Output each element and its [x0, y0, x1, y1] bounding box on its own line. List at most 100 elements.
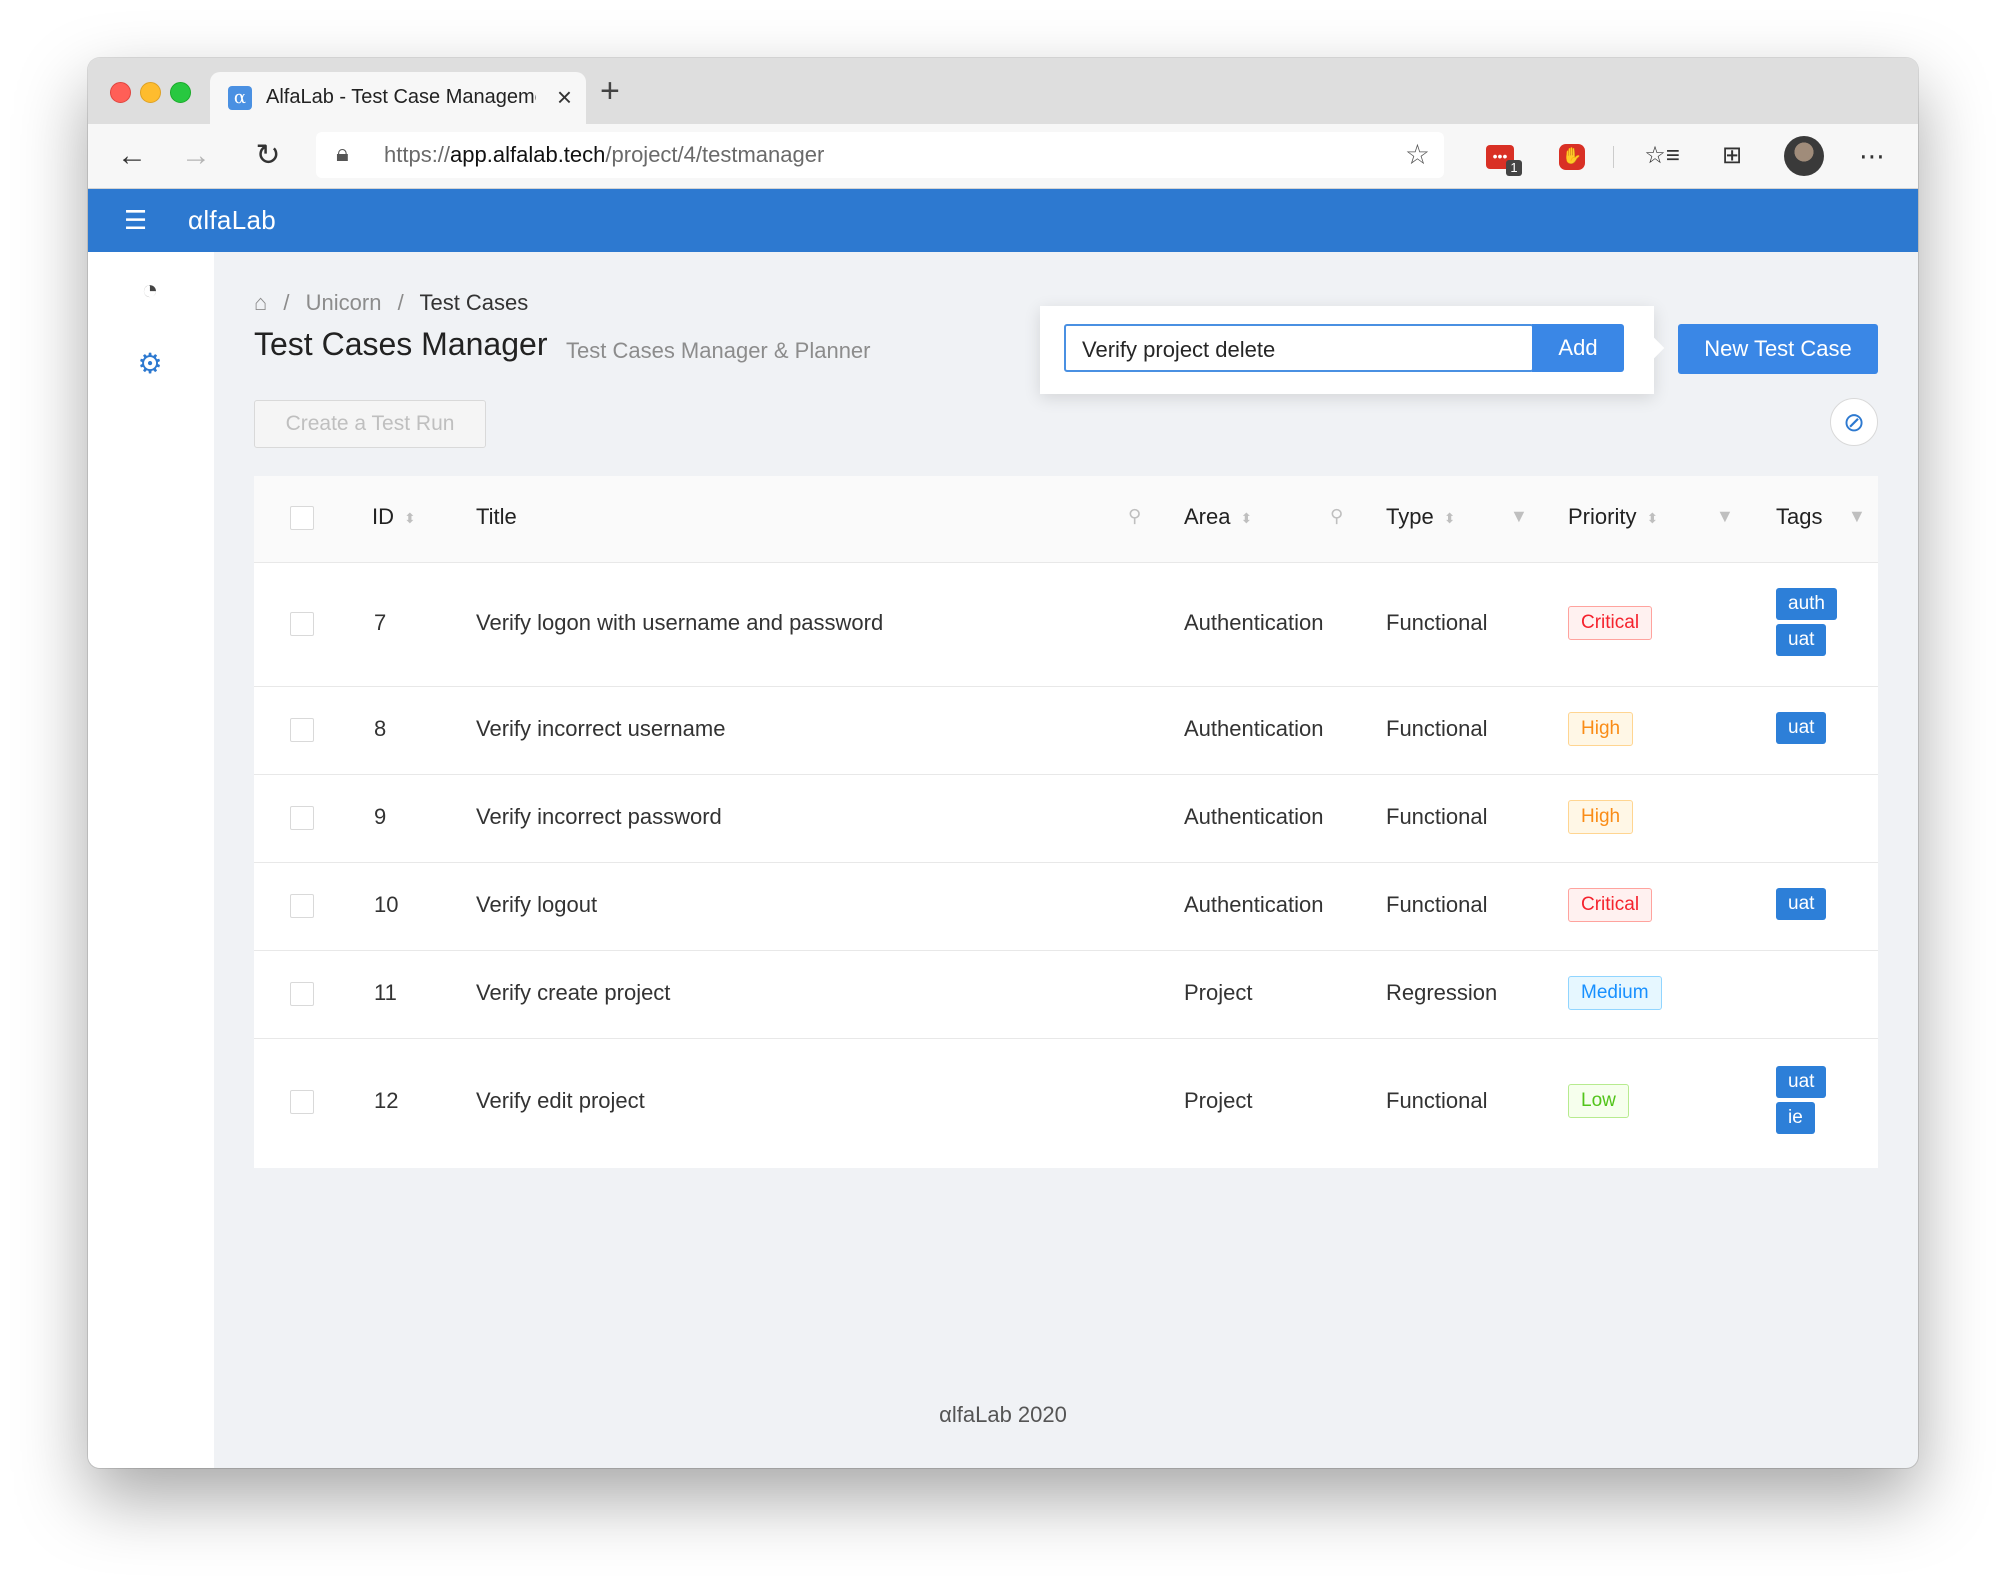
create-test-run-button[interactable]: Create a Test Run: [254, 400, 486, 448]
row-id: 7: [374, 610, 387, 635]
row-checkbox[interactable]: [290, 1090, 314, 1114]
table-row[interactable]: 12 Verify edit project Project Functiona…: [254, 1038, 1878, 1168]
collections-icon[interactable]: ⊞: [1714, 138, 1750, 174]
browser-tab[interactable]: α AlfaLab - Test Case Manageme ×: [210, 72, 586, 124]
address-bar[interactable]: 🔒︎ https://app.alfalab.tech/project/4/te…: [316, 132, 1444, 178]
row-area: Project: [1184, 980, 1253, 1005]
column-header-id[interactable]: ID ⬍: [372, 504, 416, 530]
select-all-checkbox[interactable]: [290, 506, 314, 530]
row-id: 8: [374, 716, 387, 741]
extension-adblock-icon[interactable]: ✋: [1554, 138, 1590, 174]
row-checkbox[interactable]: [290, 612, 314, 636]
home-icon[interactable]: ⌂: [254, 290, 267, 315]
table-row[interactable]: 8 Verify incorrect username Authenticati…: [254, 686, 1878, 775]
extension-todo-icon[interactable]: ••• 1: [1482, 138, 1522, 176]
browser-toolbar: ← → ↻ 🔒︎ https://app.alfalab.tech/projec…: [88, 124, 1918, 189]
priority-badge: Low: [1568, 1084, 1629, 1118]
row-tags: uat ie: [1776, 1066, 1827, 1138]
table-row[interactable]: 11 Verify create project Project Regress…: [254, 950, 1878, 1039]
app-header: ☰ αlfaLab: [88, 189, 1918, 252]
lock-icon: 🔒︎: [336, 140, 349, 167]
reload-icon[interactable]: ↻: [244, 132, 292, 180]
new-test-case-button[interactable]: New Test Case: [1678, 324, 1878, 374]
test-cases-table: ID ⬍ Title ⚲ Area ⬍ ⚲ Type ⬍ ▼ Priority ⬍ ▼ …: [254, 476, 1878, 1168]
forward-arrow-icon[interactable]: →: [172, 132, 220, 180]
row-area: Authentication: [1184, 804, 1324, 829]
row-tags: uat: [1776, 712, 1827, 748]
sidebar: ◔ ⚙: [88, 252, 214, 1468]
extension-badge: 1: [1506, 160, 1522, 176]
clear-filters-icon[interactable]: ⊘: [1830, 398, 1878, 446]
url-text[interactable]: https://app.alfalab.tech/project/4/testm…: [384, 142, 824, 168]
table-row[interactable]: 9 Verify incorrect password Authenticati…: [254, 774, 1878, 863]
table-header: ID ⬍ Title ⚲ Area ⬍ ⚲ Type ⬍ ▼ Priority ⬍ ▼ …: [254, 476, 1878, 563]
page-subtitle: Test Cases Manager & Planner: [566, 338, 871, 363]
area-search-icon[interactable]: ⚲: [1330, 506, 1343, 527]
browser-window: α AlfaLab - Test Case Manageme × + ← → ↻…: [88, 58, 1918, 1468]
row-checkbox[interactable]: [290, 982, 314, 1006]
row-tags: uat: [1776, 888, 1827, 924]
title-search-icon[interactable]: ⚲: [1128, 506, 1141, 527]
row-title[interactable]: Verify edit project: [476, 1088, 645, 1114]
row-tags: auth uat: [1776, 588, 1837, 660]
type-filter-icon[interactable]: ▼: [1510, 506, 1528, 527]
back-arrow-icon[interactable]: ←: [108, 132, 156, 180]
row-type: Functional: [1386, 892, 1488, 917]
new-test-case-popover: Verify project delete Add: [1040, 306, 1665, 394]
row-id: 12: [374, 1088, 399, 1113]
sort-icon[interactable]: ⬍: [404, 510, 416, 526]
row-title[interactable]: Verify incorrect username: [476, 716, 725, 742]
minimize-window-button[interactable]: [140, 82, 161, 103]
sort-icon[interactable]: ⬍: [1240, 510, 1252, 526]
add-button[interactable]: Add: [1532, 324, 1624, 372]
row-id: 10: [374, 892, 399, 917]
row-checkbox[interactable]: [290, 806, 314, 830]
row-title[interactable]: Verify logon with username and password: [476, 610, 883, 636]
tag-badge: uat: [1776, 1066, 1827, 1098]
row-title[interactable]: Verify logout: [476, 892, 597, 918]
column-header-title: Title: [476, 504, 517, 529]
row-checkbox[interactable]: [290, 894, 314, 918]
table-row[interactable]: 7 Verify logon with username and passwor…: [254, 562, 1878, 687]
close-window-button[interactable]: [110, 82, 131, 103]
priority-filter-icon[interactable]: ▼: [1716, 506, 1734, 527]
menu-toggle-icon[interactable]: ☰: [124, 207, 147, 233]
footer-text: αlfaLab 2020: [939, 1402, 1067, 1427]
tag-badge: auth: [1776, 588, 1837, 620]
priority-badge: High: [1568, 712, 1634, 746]
test-case-title-input[interactable]: Verify project delete: [1064, 324, 1534, 372]
favorites-list-icon[interactable]: ☆≡: [1644, 138, 1680, 174]
new-tab-plus-icon[interactable]: +: [600, 74, 620, 108]
tag-badge: ie: [1776, 1102, 1815, 1134]
settings-gear-icon[interactable]: ⚙: [130, 344, 170, 384]
sort-icon[interactable]: ⬍: [1646, 510, 1658, 526]
row-id: 9: [374, 804, 387, 829]
table-row[interactable]: 10 Verify logout Authentication Function…: [254, 862, 1878, 951]
dashboard-gauge-icon[interactable]: ◔: [130, 270, 170, 310]
more-menu-icon[interactable]: ⋯: [1854, 138, 1890, 174]
row-title[interactable]: Verify incorrect password: [476, 804, 722, 830]
brand-logo[interactable]: αlfaLab: [188, 205, 276, 236]
profile-avatar[interactable]: [1784, 136, 1824, 176]
column-header-area[interactable]: Area ⬍: [1184, 504, 1252, 530]
tab-close-icon[interactable]: ×: [557, 82, 572, 113]
row-checkbox[interactable]: [290, 718, 314, 742]
breadcrumb-unicorn[interactable]: Unicorn: [306, 290, 382, 315]
tags-filter-icon[interactable]: ▼: [1848, 506, 1866, 527]
row-type: Regression: [1386, 980, 1498, 1005]
column-header-priority[interactable]: Priority ⬍: [1568, 504, 1658, 530]
column-header-type[interactable]: Type ⬍: [1386, 504, 1455, 530]
breadcrumb: ⌂ / Unicorn / Test Cases: [254, 290, 529, 315]
priority-badge: High: [1568, 800, 1634, 834]
priority-badge: Critical: [1568, 606, 1653, 640]
favorite-star-icon[interactable]: ☆: [1405, 138, 1430, 171]
row-type: Functional: [1386, 716, 1488, 741]
page-title: Test Cases Manager: [254, 326, 548, 362]
row-area: Authentication: [1184, 892, 1324, 917]
toolbar-divider: [1613, 146, 1614, 168]
maximize-window-button[interactable]: [170, 82, 191, 103]
row-title[interactable]: Verify create project: [476, 980, 670, 1006]
sort-icon[interactable]: ⬍: [1444, 510, 1456, 526]
row-area: Authentication: [1184, 610, 1324, 635]
tag-badge: uat: [1776, 712, 1827, 744]
